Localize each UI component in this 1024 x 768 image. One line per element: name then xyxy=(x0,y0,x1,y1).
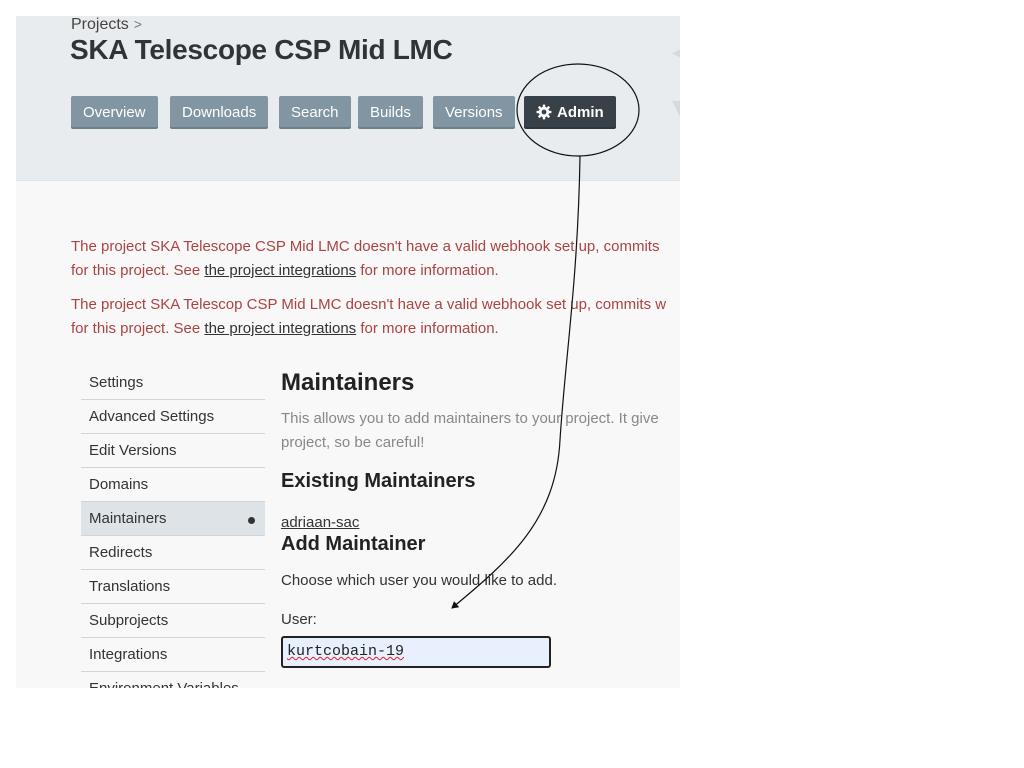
tab-search[interactable]: Search xyxy=(279,96,351,129)
sidebar-item-label: Redirects xyxy=(89,544,153,561)
user-input[interactable]: kurtcobain-19 xyxy=(281,636,551,668)
existing-maintainers-heading: Existing Maintainers xyxy=(281,470,476,492)
warning-text: for more information. xyxy=(356,262,499,279)
sidebar-item-label: Domains xyxy=(89,476,149,493)
gear-icon xyxy=(536,104,552,120)
tab-label: Builds xyxy=(370,104,411,121)
sidebar-item-integrations[interactable]: Integrations xyxy=(81,638,265,672)
active-indicator-icon xyxy=(248,517,255,524)
add-maintainer-heading: Add Maintainer xyxy=(281,533,426,555)
section-heading: Maintainers xyxy=(281,369,415,396)
breadcrumb-separator: > xyxy=(133,16,142,32)
tab-label: Admin xyxy=(557,104,604,121)
tab-label: Versions xyxy=(445,104,503,121)
warning-line: The project SKA Telescop CSP Mid LMC doe… xyxy=(71,296,667,313)
tab-label: Search xyxy=(291,104,339,121)
sidebar-item-label: Maintainers xyxy=(89,510,167,527)
background-decoration: ▼ xyxy=(666,92,680,126)
warning-text: for more information. xyxy=(356,320,499,337)
sidebar-item-label: Subprojects xyxy=(89,612,169,629)
sidebar-item-edit-versions[interactable]: Edit Versions xyxy=(81,434,265,468)
sidebar-item-maintainers[interactable]: Maintainers xyxy=(81,502,265,536)
tab-builds[interactable]: Builds xyxy=(358,96,423,129)
sidebar-item-label: Advanced Settings xyxy=(89,408,215,425)
user-field-label: User: xyxy=(281,611,317,628)
sidebar-item-label: Settings xyxy=(89,374,144,391)
sidebar-item-environment-variables[interactable]: Environment Variables xyxy=(81,672,265,688)
warning-text: for this project. See xyxy=(71,320,205,337)
description-line: This allows you to add maintainers to yo… xyxy=(281,410,659,427)
tab-label: Downloads xyxy=(182,104,257,121)
sidebar-item-label: Edit Versions xyxy=(89,442,177,459)
sidebar-item-label: Translations xyxy=(89,578,171,595)
add-maintainer-prompt: Choose which user you would like to add. xyxy=(281,572,557,589)
tab-downloads[interactable]: Downloads xyxy=(170,96,269,129)
warning-text: for this project. See xyxy=(71,262,205,279)
tab-label: Overview xyxy=(83,104,146,121)
sidebar-item-settings[interactable]: Settings xyxy=(81,366,265,400)
sidebar-item-advanced-settings[interactable]: Advanced Settings xyxy=(81,400,265,434)
breadcrumb-projects-link[interactable]: Projects xyxy=(71,16,129,33)
warning-line: The project SKA Telescope CSP Mid LMC do… xyxy=(71,238,660,255)
background-decoration: ◄ xyxy=(666,36,680,70)
tab-overview[interactable]: Overview xyxy=(71,96,158,129)
sidebar-item-label: Environment Variables xyxy=(89,680,239,688)
page-title: SKA Telescope CSP Mid LMC xyxy=(70,34,453,65)
admin-sidebar: Settings Advanced Settings Edit Versions… xyxy=(81,366,265,688)
user-input-value: kurtcobain-19 xyxy=(287,643,405,660)
maintainer-link[interactable]: adriaan-sac xyxy=(281,514,359,531)
tab-versions[interactable]: Versions xyxy=(433,96,515,129)
sidebar-item-label: Integrations xyxy=(89,646,168,663)
sidebar-item-subprojects[interactable]: Subprojects xyxy=(81,604,265,638)
sidebar-item-redirects[interactable]: Redirects xyxy=(81,536,265,570)
browser-viewport: ◄ ▼ Projects> SKA Telescope CSP Mid LMC … xyxy=(16,16,680,688)
section-description: This allows you to add maintainers to yo… xyxy=(281,407,680,455)
sidebar-item-translations[interactable]: Translations xyxy=(81,570,265,604)
project-header: ◄ ▼ Projects> SKA Telescope CSP Mid LMC … xyxy=(16,16,680,181)
sidebar-item-domains[interactable]: Domains xyxy=(81,468,265,502)
tab-admin[interactable]: Admin xyxy=(524,96,616,129)
breadcrumb: Projects > xyxy=(71,16,142,34)
integrations-link[interactable]: the project integrations xyxy=(204,262,356,279)
webhook-warning: The project SKA Telescope CSP Mid LMC do… xyxy=(71,235,680,283)
integrations-link[interactable]: the project integrations xyxy=(204,320,356,337)
description-line: project, so be careful! xyxy=(281,434,425,451)
webhook-warning: The project SKA Telescop CSP Mid LMC doe… xyxy=(71,293,680,341)
